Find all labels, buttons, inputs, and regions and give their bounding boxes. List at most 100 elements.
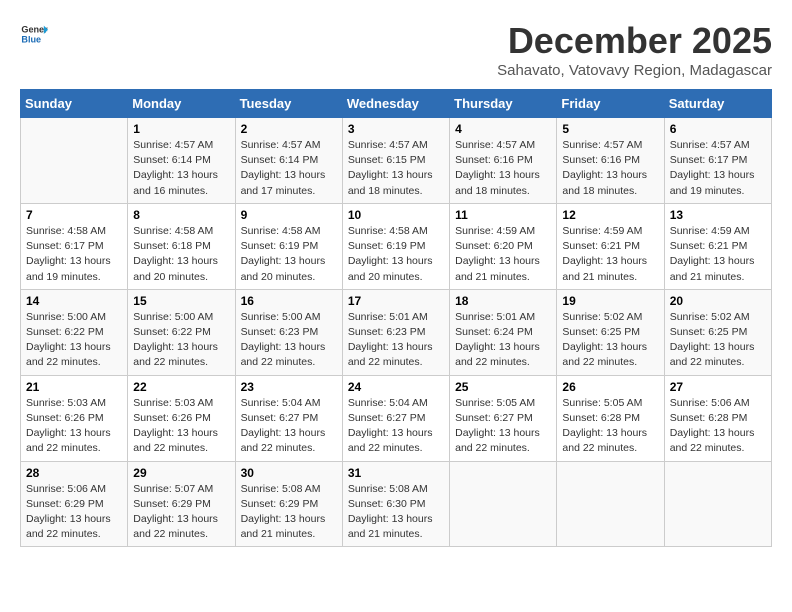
- cell-info: Sunrise: 4:58 AMSunset: 6:17 PMDaylight:…: [26, 225, 111, 283]
- cell-info: Sunrise: 5:00 AMSunset: 6:23 PMDaylight:…: [241, 311, 326, 369]
- calendar-cell: 22Sunrise: 5:03 AMSunset: 6:26 PMDayligh…: [128, 375, 235, 461]
- calendar-week-row: 7Sunrise: 4:58 AMSunset: 6:17 PMDaylight…: [21, 203, 772, 289]
- page-header: General Blue December 2025 Sahavato, Vat…: [20, 20, 772, 79]
- day-number: 19: [562, 294, 658, 308]
- cell-info: Sunrise: 4:57 AMSunset: 6:14 PMDaylight:…: [241, 139, 326, 197]
- day-number: 24: [348, 380, 444, 394]
- calendar-cell: 11 Sunrise: 4:59 AMSunset: 6:20 PMDayligh…: [450, 203, 557, 289]
- calendar-cell: 3 Sunrise: 4:57 AMSunset: 6:15 PMDaylight…: [342, 118, 449, 204]
- cell-info: Sunrise: 4:57 AMSunset: 6:14 PMDaylight:…: [133, 139, 218, 197]
- day-number: 20: [670, 294, 766, 308]
- day-number: 8: [133, 208, 229, 222]
- cell-info: Sunrise: 4:58 AMSunset: 6:19 PMDaylight:…: [241, 225, 326, 283]
- weekday-header: Tuesday: [235, 90, 342, 118]
- weekday-header: Monday: [128, 90, 235, 118]
- day-number: 31: [348, 466, 444, 480]
- calendar-cell: 6Sunrise: 4:57 AMSunset: 6:17 PMDaylight…: [664, 118, 771, 204]
- cell-info: Sunrise: 5:02 AMSunset: 6:25 PMDaylight:…: [670, 311, 755, 369]
- calendar-week-row: 1 Sunrise: 4:57 AMSunset: 6:14 PMDaylight…: [21, 118, 772, 204]
- calendar-cell: [664, 461, 771, 547]
- calendar-table: SundayMondayTuesdayWednesdayThursdayFrid…: [20, 89, 772, 547]
- calendar-cell: 31 Sunrise: 5:08 AMSunset: 6:30 PMDayligh…: [342, 461, 449, 547]
- calendar-cell: 12 Sunrise: 4:59 AMSunset: 6:21 PMDayligh…: [557, 203, 664, 289]
- cell-info: Sunrise: 5:07 AMSunset: 6:29 PMDaylight:…: [133, 483, 218, 541]
- cell-info: Sunrise: 5:00 AMSunset: 6:22 PMDaylight:…: [26, 311, 111, 369]
- calendar-cell: 25 Sunrise: 5:05 AMSunset: 6:27 PMDayligh…: [450, 375, 557, 461]
- cell-info: Sunrise: 5:00 AMSunset: 6:22 PMDaylight:…: [133, 311, 218, 369]
- calendar-cell: 7Sunrise: 4:58 AMSunset: 6:17 PMDaylight…: [21, 203, 128, 289]
- cell-info: Sunrise: 5:03 AMSunset: 6:26 PMDaylight:…: [26, 397, 111, 455]
- day-number: 25: [455, 380, 551, 394]
- calendar-cell: 5 Sunrise: 4:57 AMSunset: 6:16 PMDaylight…: [557, 118, 664, 204]
- cell-info: Sunrise: 5:03 AMSunset: 6:26 PMDaylight:…: [133, 397, 218, 455]
- calendar-cell: 17 Sunrise: 5:01 AMSunset: 6:23 PMDayligh…: [342, 289, 449, 375]
- calendar-cell: 2 Sunrise: 4:57 AMSunset: 6:14 PMDaylight…: [235, 118, 342, 204]
- calendar-cell: 29Sunrise: 5:07 AMSunset: 6:29 PMDayligh…: [128, 461, 235, 547]
- cell-info: Sunrise: 4:57 AMSunset: 6:16 PMDaylight:…: [455, 139, 540, 197]
- calendar-cell: 9Sunrise: 4:58 AMSunset: 6:19 PMDaylight…: [235, 203, 342, 289]
- cell-info: Sunrise: 5:06 AMSunset: 6:28 PMDaylight:…: [670, 397, 755, 455]
- cell-info: Sunrise: 4:58 AMSunset: 6:19 PMDaylight:…: [348, 225, 433, 283]
- day-number: 6: [670, 122, 766, 136]
- cell-info: Sunrise: 5:05 AMSunset: 6:27 PMDaylight:…: [455, 397, 540, 455]
- day-number: 21: [26, 380, 122, 394]
- calendar-cell: 19 Sunrise: 5:02 AMSunset: 6:25 PMDayligh…: [557, 289, 664, 375]
- weekday-header: Friday: [557, 90, 664, 118]
- calendar-cell: 27 Sunrise: 5:06 AMSunset: 6:28 PMDayligh…: [664, 375, 771, 461]
- day-number: 27: [670, 380, 766, 394]
- cell-info: Sunrise: 4:59 AMSunset: 6:21 PMDaylight:…: [670, 225, 755, 283]
- cell-info: Sunrise: 5:02 AMSunset: 6:25 PMDaylight:…: [562, 311, 647, 369]
- cell-info: Sunrise: 5:01 AMSunset: 6:24 PMDaylight:…: [455, 311, 540, 369]
- cell-info: Sunrise: 5:04 AMSunset: 6:27 PMDaylight:…: [241, 397, 326, 455]
- location-subtitle: Sahavato, Vatovavy Region, Madagascar: [497, 62, 772, 79]
- day-number: 17: [348, 294, 444, 308]
- calendar-cell: 16Sunrise: 5:00 AMSunset: 6:23 PMDayligh…: [235, 289, 342, 375]
- calendar-cell: 21 Sunrise: 5:03 AMSunset: 6:26 PMDayligh…: [21, 375, 128, 461]
- day-number: 28: [26, 466, 122, 480]
- logo-icon: General Blue: [20, 20, 48, 48]
- day-number: 23: [241, 380, 337, 394]
- calendar-cell: [450, 461, 557, 547]
- calendar-cell: 13Sunrise: 4:59 AMSunset: 6:21 PMDayligh…: [664, 203, 771, 289]
- cell-info: Sunrise: 4:58 AMSunset: 6:18 PMDaylight:…: [133, 225, 218, 283]
- calendar-cell: [557, 461, 664, 547]
- title-block: December 2025 Sahavato, Vatovavy Region,…: [497, 20, 772, 79]
- cell-info: Sunrise: 5:05 AMSunset: 6:28 PMDaylight:…: [562, 397, 647, 455]
- day-number: 15: [133, 294, 229, 308]
- weekday-header: Thursday: [450, 90, 557, 118]
- day-number: 12: [562, 208, 658, 222]
- calendar-cell: 20 Sunrise: 5:02 AMSunset: 6:25 PMDayligh…: [664, 289, 771, 375]
- month-title: December 2025: [497, 20, 772, 62]
- cell-info: Sunrise: 4:57 AMSunset: 6:16 PMDaylight:…: [562, 139, 647, 197]
- day-number: 18: [455, 294, 551, 308]
- day-number: 30: [241, 466, 337, 480]
- day-number: 11: [455, 208, 551, 222]
- svg-text:Blue: Blue: [21, 34, 41, 44]
- calendar-cell: [21, 118, 128, 204]
- calendar-cell: 1 Sunrise: 4:57 AMSunset: 6:14 PMDaylight…: [128, 118, 235, 204]
- calendar-cell: 23 Sunrise: 5:04 AMSunset: 6:27 PMDayligh…: [235, 375, 342, 461]
- weekday-header: Wednesday: [342, 90, 449, 118]
- calendar-cell: 28Sunrise: 5:06 AMSunset: 6:29 PMDayligh…: [21, 461, 128, 547]
- day-number: 4: [455, 122, 551, 136]
- calendar-cell: 30 Sunrise: 5:08 AMSunset: 6:29 PMDayligh…: [235, 461, 342, 547]
- day-number: 2: [241, 122, 337, 136]
- cell-info: Sunrise: 5:08 AMSunset: 6:29 PMDaylight:…: [241, 483, 326, 541]
- cell-info: Sunrise: 5:08 AMSunset: 6:30 PMDaylight:…: [348, 483, 433, 541]
- day-number: 10: [348, 208, 444, 222]
- weekday-header: Sunday: [21, 90, 128, 118]
- weekday-header: Saturday: [664, 90, 771, 118]
- cell-info: Sunrise: 5:01 AMSunset: 6:23 PMDaylight:…: [348, 311, 433, 369]
- day-number: 3: [348, 122, 444, 136]
- calendar-cell: 14Sunrise: 5:00 AMSunset: 6:22 PMDayligh…: [21, 289, 128, 375]
- cell-info: Sunrise: 5:04 AMSunset: 6:27 PMDaylight:…: [348, 397, 433, 455]
- calendar-cell: 24 Sunrise: 5:04 AMSunset: 6:27 PMDayligh…: [342, 375, 449, 461]
- day-number: 5: [562, 122, 658, 136]
- cell-info: Sunrise: 4:57 AMSunset: 6:15 PMDaylight:…: [348, 139, 433, 197]
- cell-info: Sunrise: 4:59 AMSunset: 6:20 PMDaylight:…: [455, 225, 540, 283]
- logo: General Blue: [20, 20, 48, 48]
- calendar-week-row: 14Sunrise: 5:00 AMSunset: 6:22 PMDayligh…: [21, 289, 772, 375]
- calendar-week-row: 21 Sunrise: 5:03 AMSunset: 6:26 PMDayligh…: [21, 375, 772, 461]
- cell-info: Sunrise: 4:59 AMSunset: 6:21 PMDaylight:…: [562, 225, 647, 283]
- day-number: 1: [133, 122, 229, 136]
